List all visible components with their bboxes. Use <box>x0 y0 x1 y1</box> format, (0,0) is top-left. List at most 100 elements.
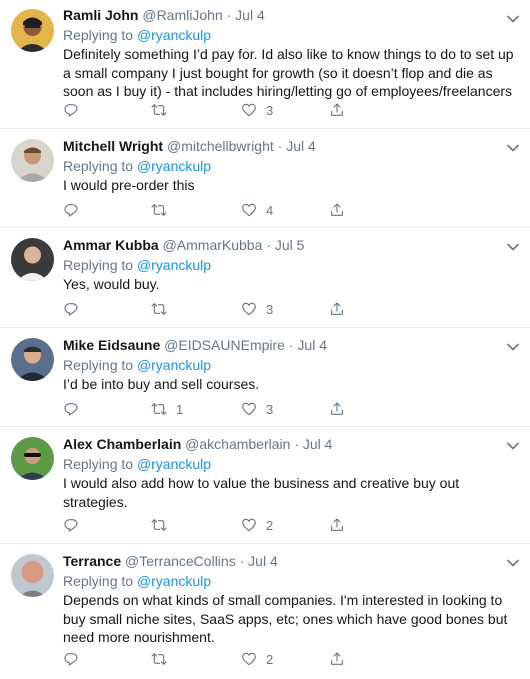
separator-dot: · <box>288 337 294 353</box>
share-button[interactable] <box>329 299 345 319</box>
separator-dot: · <box>294 436 299 452</box>
tweet-text-line: soon as I buy it) - that includes hiring… <box>63 83 513 99</box>
reply-button[interactable] <box>63 100 88 120</box>
reply-tweet[interactable]: Ammar Kubba @AmmarKubba · Jul 5 Replying… <box>0 228 530 328</box>
replying-label: Replying to <box>63 357 134 373</box>
like-count: 2 <box>266 517 274 533</box>
retweet-button[interactable]: 1 <box>151 399 183 419</box>
tweet-text: Depends on what kinds of small companies… <box>63 591 516 647</box>
mention-link[interactable]: @ryanckulp <box>137 573 211 589</box>
like-button[interactable]: 2 <box>241 515 273 535</box>
mention-link[interactable]: @ryanckulp <box>137 27 211 43</box>
heart-icon <box>242 203 256 217</box>
tweet-header: Alex Chamberlain @akchamberlain · Jul 4 <box>63 434 516 454</box>
avatar[interactable] <box>11 139 54 182</box>
retweet-count: 1 <box>176 401 184 417</box>
tweet-text-line: Yes, would buy. <box>63 276 160 292</box>
separator-dot: · <box>226 7 232 23</box>
chevron-down-icon[interactable] <box>506 558 520 568</box>
replying-to: Replying to @ryanckulp <box>63 355 516 375</box>
reply-button[interactable] <box>63 299 88 319</box>
heart-icon <box>242 402 256 416</box>
like-button[interactable]: 3 <box>241 100 273 120</box>
author-name[interactable]: Terrance <box>63 553 121 569</box>
tweet-date[interactable]: Jul 4 <box>235 7 265 23</box>
reply-icon <box>64 519 78 532</box>
retweet-button[interactable] <box>151 200 176 220</box>
replying-label: Replying to <box>63 573 134 589</box>
mention-link[interactable]: @ryanckulp <box>137 357 211 373</box>
author-name[interactable]: Alex Chamberlain <box>63 436 181 452</box>
like-button[interactable]: 3 <box>241 299 273 319</box>
reply-button[interactable] <box>63 200 88 220</box>
action-bar: 4 <box>63 200 353 220</box>
replying-to: Replying to @ryanckulp <box>63 255 516 275</box>
share-icon <box>331 402 343 415</box>
author-handle[interactable]: @TerranceCollins <box>125 553 236 569</box>
share-button[interactable] <box>329 399 345 419</box>
share-button[interactable] <box>329 100 345 120</box>
share-icon <box>331 518 343 531</box>
separator-dot: · <box>239 553 245 569</box>
avatar[interactable] <box>11 238 54 281</box>
retweet-button[interactable] <box>151 100 176 120</box>
avatar[interactable] <box>11 554 54 597</box>
retweet-button[interactable] <box>151 299 176 319</box>
tweet-header: Ramli John @RamliJohn · Jul 4 <box>63 5 516 25</box>
avatar[interactable] <box>11 437 54 480</box>
share-button[interactable] <box>329 649 345 669</box>
reply-button[interactable] <box>63 515 88 535</box>
replying-label: Replying to <box>63 158 134 174</box>
author-handle[interactable]: @mitchellbwright <box>167 138 274 154</box>
mention-link[interactable]: @ryanckulp <box>137 257 211 273</box>
tweet-text: I’d be into buy and sell courses. <box>63 375 516 394</box>
tweet-date[interactable]: Jul 4 <box>286 138 316 154</box>
reply-tweet[interactable]: Ramli John @RamliJohn · Jul 4 Replying t… <box>0 0 530 129</box>
like-button[interactable]: 3 <box>241 399 273 419</box>
like-count: 3 <box>266 102 274 118</box>
like-count: 3 <box>266 301 274 317</box>
retweet-button[interactable] <box>151 649 176 669</box>
avatar[interactable] <box>11 9 54 52</box>
tweet-date[interactable]: Jul 5 <box>275 237 305 253</box>
chevron-down-icon[interactable] <box>506 143 520 153</box>
author-name[interactable]: Ramli John <box>63 7 138 23</box>
avatar[interactable] <box>11 338 54 381</box>
share-button[interactable] <box>329 515 345 535</box>
reply-tweet[interactable]: Mike Eidsaune @EIDSAUNEmpire · Jul 4 Rep… <box>0 328 530 427</box>
author-name[interactable]: Mike Eidsaune <box>63 337 160 353</box>
chevron-down-icon[interactable] <box>506 242 520 252</box>
reply-button[interactable] <box>63 399 88 419</box>
reply-icon <box>64 104 78 117</box>
mention-link[interactable]: @ryanckulp <box>137 158 211 174</box>
tweet-header: Mitchell Wright @mitchellbwright · Jul 4 <box>63 136 516 156</box>
author-handle[interactable]: @AmmarKubba <box>163 237 263 253</box>
author-name[interactable]: Ammar Kubba <box>63 237 159 253</box>
chevron-down-icon[interactable] <box>506 342 520 352</box>
tweet-text-line: Depends on what kinds of small companies… <box>63 592 503 608</box>
chevron-down-icon[interactable] <box>506 14 520 24</box>
share-button[interactable] <box>329 200 345 220</box>
tweet-date[interactable]: Jul 4 <box>297 337 327 353</box>
reply-tweet[interactable]: Mitchell Wright @mitchellbwright · Jul 4… <box>0 129 530 228</box>
tweet-date[interactable]: Jul 4 <box>303 436 333 452</box>
reply-tweet[interactable]: Alex Chamberlain @akchamberlain · Jul 4 … <box>0 427 530 544</box>
chevron-down-icon[interactable] <box>506 441 520 451</box>
reply-button[interactable] <box>63 649 88 669</box>
heart-icon <box>242 103 256 117</box>
reply-icon <box>64 653 78 666</box>
tweet-text-line: I would also add how to value the busine… <box>63 475 460 491</box>
author-handle[interactable]: @RamliJohn <box>142 7 222 23</box>
retweet-icon <box>151 104 167 116</box>
like-button[interactable]: 2 <box>241 649 273 669</box>
like-button[interactable]: 4 <box>241 200 273 220</box>
retweet-button[interactable] <box>151 515 176 535</box>
author-name[interactable]: Mitchell Wright <box>63 138 163 154</box>
mention-link[interactable]: @ryanckulp <box>137 456 211 472</box>
reply-tweet[interactable]: Terrance @TerranceCollins · Jul 4 Replyi… <box>0 544 530 679</box>
tweet-text: I would pre-order this <box>63 176 516 195</box>
share-icon <box>331 203 343 216</box>
tweet-date[interactable]: Jul 4 <box>248 553 278 569</box>
author-handle[interactable]: @EIDSAUNEmpire <box>164 337 285 353</box>
author-handle[interactable]: @akchamberlain <box>185 436 290 452</box>
